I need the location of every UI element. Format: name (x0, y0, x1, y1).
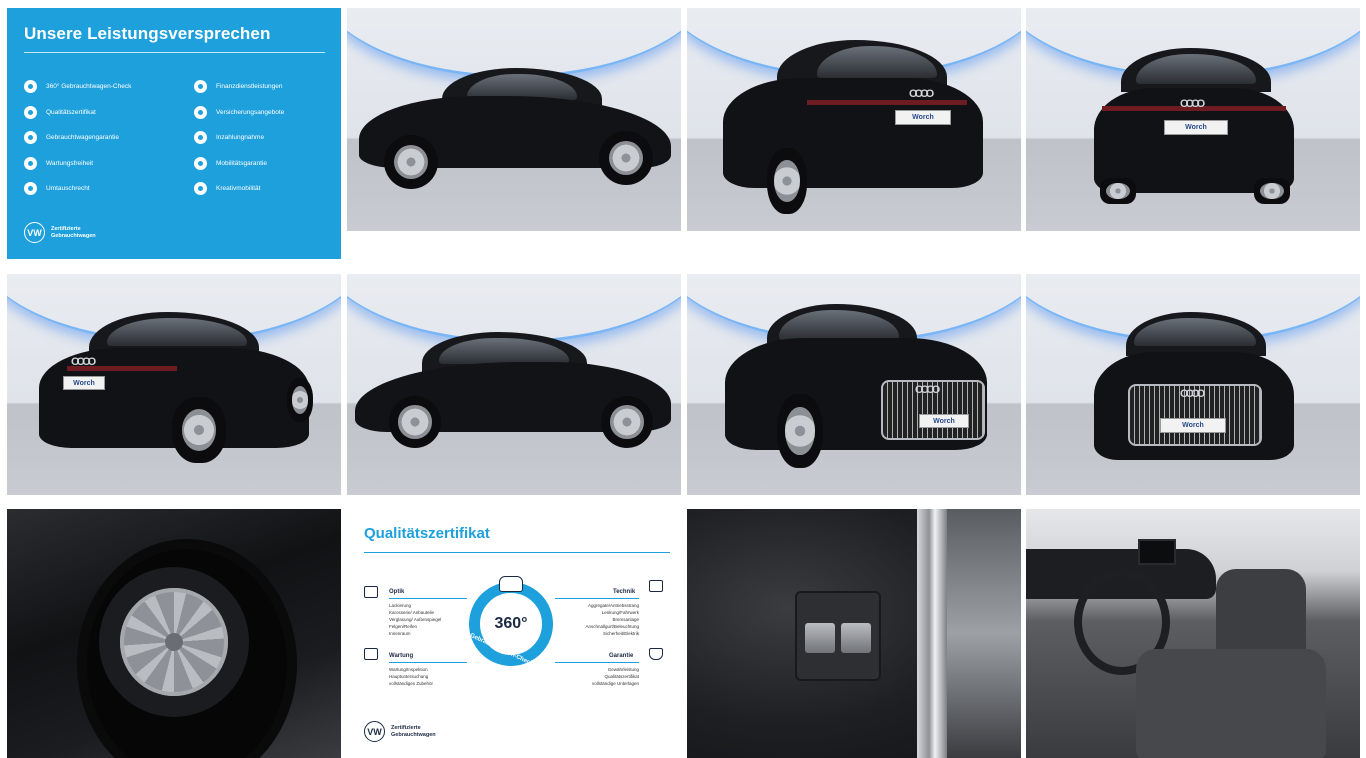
switch-panel (795, 591, 881, 681)
wrench-icon (24, 156, 37, 170)
gallery-photo-rear-right[interactable]: OOOO Worch (7, 274, 341, 495)
car-wheel (1254, 178, 1290, 204)
exchange-icon (24, 182, 37, 196)
vehicle-gallery: Unsere Leistungsversprechen 360° Gebrauc… (0, 0, 1366, 758)
section-title-wartung: Wartung (389, 653, 414, 659)
gallery-photo-side-left[interactable] (347, 8, 681, 231)
gallery-photo-side-right[interactable] (347, 274, 681, 495)
gallery-tile-qualitaetszertifikat[interactable]: Qualitätszertifikat 360° Gebrauchtwagen-… (347, 509, 681, 758)
audi-rings-icon: OOOO (1180, 388, 1205, 400)
promise-divider (24, 52, 325, 53)
shield-check-icon (649, 648, 663, 660)
car-wheel (599, 131, 653, 185)
promise-list-left: 360° Gebrauchtwagen-Check Qualitätszerti… (24, 74, 131, 202)
vw-logo-icon: VW (24, 222, 45, 243)
vw-logo-icon: VW (364, 721, 385, 742)
audi-rings-icon: OOOO (71, 356, 96, 368)
car-body (723, 78, 983, 188)
gallery-photo-interior[interactable] (1026, 509, 1360, 758)
gallery-tile-leistungsversprechen[interactable]: Unsere Leistungsversprechen 360° Gebrauc… (7, 8, 341, 259)
infotainment-screen (1138, 539, 1176, 565)
car-icon (499, 576, 523, 592)
certificate-divider (364, 552, 670, 553)
trunk-open-icon (841, 623, 871, 653)
alloy-wheel (99, 567, 249, 717)
gallery-photo-rear[interactable]: OOOO Worch (1026, 8, 1360, 231)
car-wheel (172, 397, 226, 463)
fuel-door-icon (805, 623, 835, 653)
promise-item: Umtauschrecht (24, 176, 131, 202)
promise-item: Inzahlungnahme (194, 125, 284, 151)
promise-item: Gebrauchtwagengarantie (24, 125, 131, 151)
section-title-garantie: Garantie (609, 653, 634, 659)
seat-driver (1136, 649, 1326, 758)
promise-item: Wartungsfreiheit (24, 151, 131, 177)
trade-in-icon (194, 131, 207, 145)
car-wheel (1100, 178, 1136, 204)
car-wheel (384, 135, 438, 189)
promise-list-right: Finanzdienstleistungen Versicherungsange… (194, 74, 284, 202)
section-list-garantie: Gewährleistung Qualitätszertifikat volls… (591, 667, 639, 686)
promise-item: Versicherungsangebote (194, 100, 284, 126)
car-wheel (777, 394, 823, 468)
promise-item: Finanzdienstleistungen (194, 74, 284, 100)
license-plate: Worch (895, 110, 951, 125)
car-wheel (287, 378, 313, 422)
vw-certified-brand: VW Zertifizierte Gebrauchtwagen (24, 222, 106, 243)
license-plate: Worch (63, 376, 105, 390)
gallery-photo-trunk-button-detail[interactable] (687, 509, 1021, 758)
finance-icon (194, 80, 207, 94)
mobility-icon (194, 156, 207, 170)
car-wheel (601, 396, 653, 448)
shield-icon (24, 131, 37, 145)
insurance-icon (194, 105, 207, 119)
section-title-optik: Optik (389, 589, 405, 595)
section-list-optik: Lackierung Karosserie/ Anbauteile Vergla… (389, 603, 442, 636)
gallery-photo-wheel-detail[interactable] (7, 509, 341, 758)
car-front-icon (364, 586, 378, 598)
promise-title: Unsere Leistungsversprechen (24, 24, 271, 43)
promise-item: 360° Gebrauchtwagen-Check (24, 74, 131, 100)
vw-certified-brand: VW Zertifizierte Gebrauchtwagen (364, 721, 446, 742)
check-360-icon (24, 80, 37, 94)
creative-mobility-icon (194, 182, 207, 196)
audi-rings-icon: OOOO (909, 88, 934, 100)
promise-item: Kreativmobilität (194, 176, 284, 202)
license-plate: Worch (919, 414, 969, 428)
gallery-photo-rear-left[interactable]: OOOO Worch (687, 8, 1021, 231)
wrench-car-icon (364, 648, 378, 660)
license-plate: Worch (1164, 120, 1228, 135)
audi-rings-icon: OOOO (1180, 98, 1205, 110)
car-wheel (389, 396, 441, 448)
promise-item: Mobilitätsgarantie (194, 151, 284, 177)
car-wheel (767, 148, 807, 214)
gallery-photo-front-left[interactable]: OOOO Worch (687, 274, 1021, 495)
certificate-title: Qualitätszertifikat (364, 525, 490, 542)
section-list-wartung: Wartung/Inspektion Hauptuntersuchung vol… (389, 667, 434, 686)
certificate-icon (24, 105, 37, 119)
promise-item: Qualitätszertifikat (24, 100, 131, 126)
license-plate: Worch (1160, 418, 1226, 433)
section-title-technik: Technik (613, 589, 636, 595)
car-check-icon (649, 580, 663, 592)
audi-rings-icon: OOOO (915, 384, 940, 396)
gallery-photo-front[interactable]: OOOO Worch (1026, 274, 1360, 495)
section-list-technik: Aggregate/Antriebsstrang Lenkung/Fahrwer… (585, 603, 639, 636)
